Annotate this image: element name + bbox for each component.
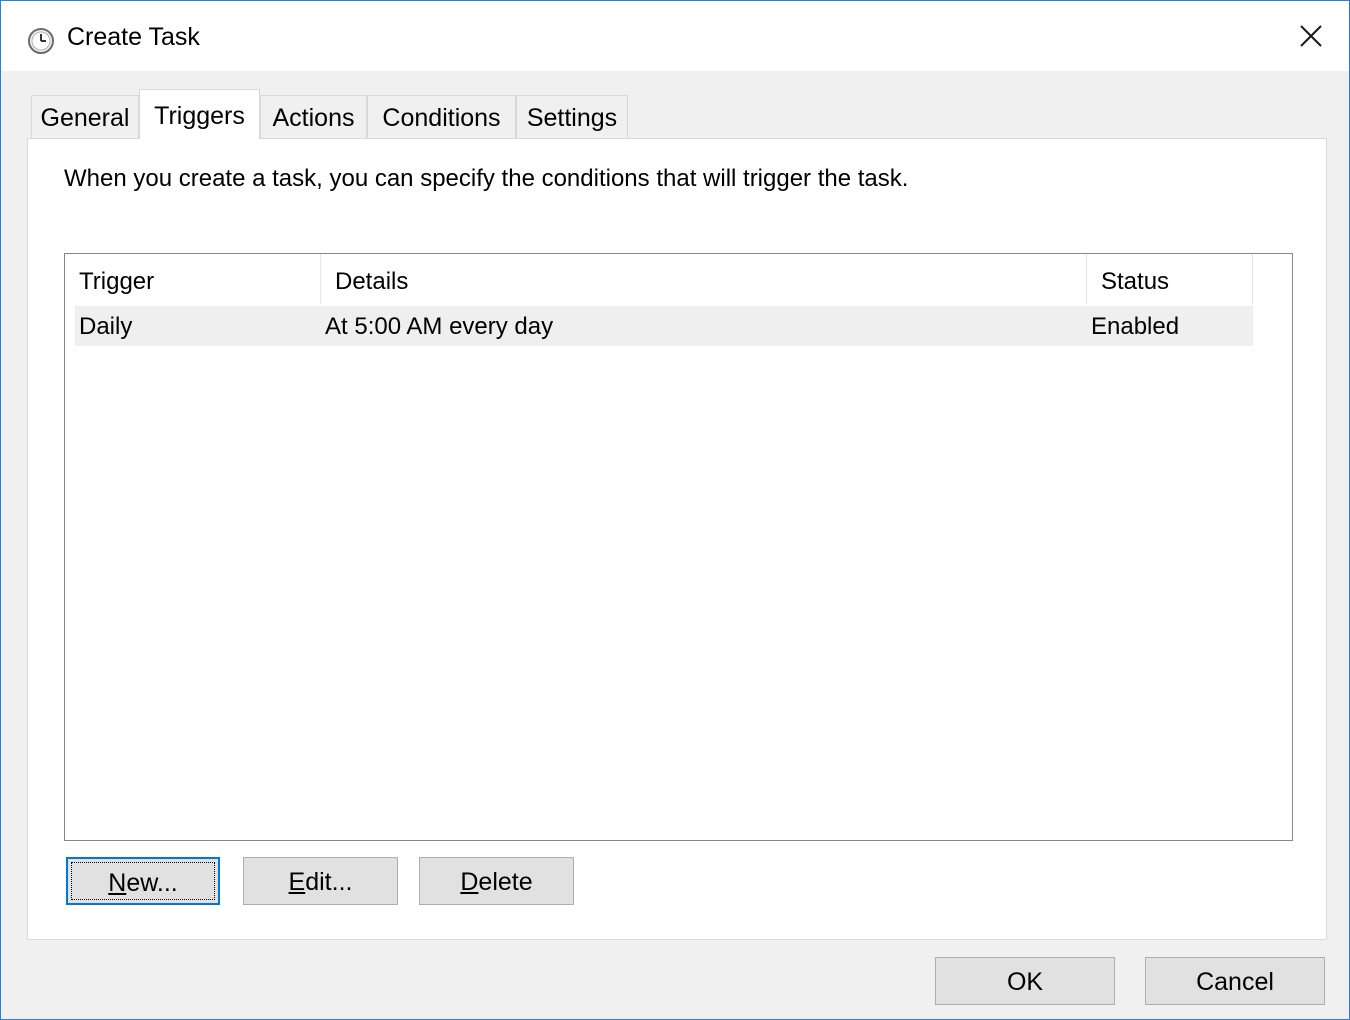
title-bar: Create Task: [1, 1, 1349, 71]
tab-label: General: [40, 104, 130, 132]
mnemonic-letter: E: [288, 868, 306, 896]
tab-label: Settings: [526, 104, 618, 132]
close-button[interactable]: [1283, 15, 1339, 61]
tab-conditions[interactable]: Conditions: [367, 95, 516, 138]
create-task-dialog: Create Task General Triggers Actions Con…: [0, 0, 1350, 1020]
ok-button[interactable]: OK: [935, 957, 1115, 1005]
button-label: elete: [478, 868, 533, 896]
triggers-list[interactable]: Trigger Details Status Daily At 5:00 AM …: [64, 253, 1293, 841]
tab-label: Actions: [272, 104, 355, 132]
tab-label: Triggers: [154, 102, 245, 130]
triggers-description: When you create a task, you can specify …: [64, 165, 909, 192]
close-icon: [1299, 24, 1323, 53]
status-cell: Enabled: [1091, 313, 1180, 340]
column-header-status[interactable]: Status: [1087, 254, 1253, 304]
focus-rectangle: [71, 862, 215, 900]
edit-trigger-button[interactable]: Edit...: [243, 857, 398, 905]
details-cell: At 5:00 AM every day: [325, 313, 554, 340]
trigger-cell: Daily: [79, 313, 133, 340]
mnemonic-letter: D: [460, 868, 479, 896]
tab-general[interactable]: General: [31, 95, 139, 138]
triggers-panel: When you create a task, you can specify …: [27, 138, 1327, 940]
table-row[interactable]: Daily At 5:00 AM every day Enabled: [75, 306, 1253, 346]
tab-settings[interactable]: Settings: [516, 95, 628, 138]
new-trigger-button[interactable]: New...: [66, 857, 220, 905]
column-header-details[interactable]: Details: [321, 254, 1087, 304]
clock-icon: [27, 27, 55, 55]
column-header-trigger[interactable]: Trigger: [65, 254, 321, 304]
cancel-button[interactable]: Cancel: [1145, 957, 1325, 1005]
tab-actions[interactable]: Actions: [260, 95, 367, 138]
window-title: Create Task: [67, 23, 200, 51]
tab-label: Conditions: [382, 104, 501, 132]
button-label: dit...: [305, 868, 353, 896]
delete-trigger-button[interactable]: Delete: [419, 857, 574, 905]
tab-triggers[interactable]: Triggers: [139, 89, 260, 139]
